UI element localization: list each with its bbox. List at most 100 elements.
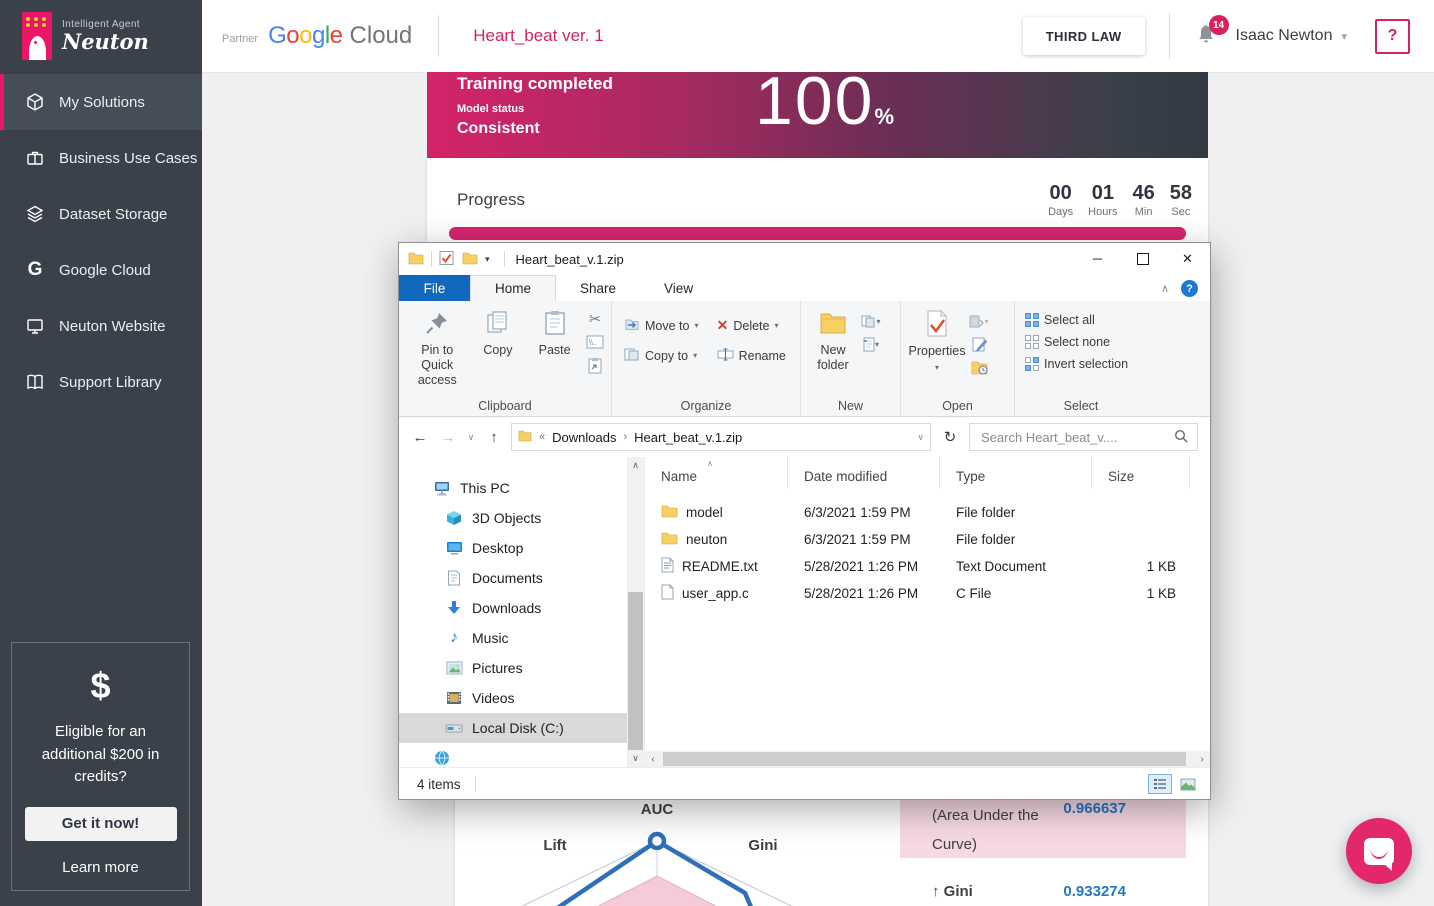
search-input[interactable] [979,429,1174,446]
column-header-date-modified[interactable]: Date modified [788,457,940,489]
select-none-icon [1025,335,1039,349]
copy-button[interactable]: Copy [470,308,527,388]
metrics-card: AUC Lift Gini (Area Under theCurve) 0.96… [455,788,1208,906]
horizontal-scrollbar-thumb[interactable] [663,752,1186,766]
ribbon-group-label: New [801,399,900,413]
user-menu[interactable]: Isaac Newton [1236,27,1333,45]
folder-icon [408,251,424,268]
get-it-now-button[interactable]: Get it now! [25,807,177,841]
rename-button[interactable]: Rename [717,347,790,364]
maximize-button[interactable] [1120,243,1165,274]
sidebar-item-my-solutions[interactable]: My Solutions [0,74,202,130]
up-icon[interactable]: ↑ [483,429,505,446]
learn-more-link[interactable]: Learn more [62,859,139,876]
tree-scrollbar-thumb[interactable] [628,592,643,750]
explorer-help-icon[interactable]: ? [1181,280,1198,297]
new-folder-button[interactable]: New folder [807,308,859,373]
chat-launcher-button[interactable] [1346,818,1412,884]
chevron-down-icon[interactable]: ▾ [1341,30,1347,43]
sidebar-item-business-use-cases[interactable]: Business Use Cases [0,130,202,186]
refresh-icon[interactable]: ↻ [937,423,963,451]
address-dropdown-icon[interactable]: ∨ [917,432,924,443]
history-icon[interactable] [969,358,989,376]
pin-to-quick-access-button[interactable]: Pin to Quick access [405,308,470,388]
select-none-button[interactable]: Select none [1025,335,1139,349]
invert-selection-button[interactable]: Invert selection [1025,357,1139,371]
window-title: Heart_beat_v.1.zip [516,252,624,267]
copy-to-button[interactable]: Copy to▾ [624,347,703,364]
select-all-button[interactable]: Select all [1025,313,1139,327]
chevrons-left-icon[interactable]: « [539,431,545,443]
paste-button[interactable]: Paste [526,308,583,388]
pictures-icon [445,659,463,677]
sidebar-item-dataset-storage[interactable]: Dataset Storage [0,186,202,242]
sort-ascending-icon: ∧ [707,459,713,468]
file-row-readme[interactable]: README.txt 5/28/2021 1:26 PM Text Docume… [645,553,1210,580]
tree-item-music[interactable]: ♪ Music [399,623,644,653]
metric-auc-label: (Area Under theCurve) [932,801,1039,859]
sidebar-item-support-library[interactable]: Support Library [0,354,202,410]
tab-home[interactable]: Home [470,275,556,301]
metric-auc-value: 0.966637 [1063,800,1126,817]
tree-item-desktop[interactable]: Desktop [399,533,644,563]
timer-unit: Hours [1088,206,1117,218]
tree-item-network-partial[interactable] [399,743,644,767]
file-row-neuton[interactable]: neuton 6/3/2021 1:59 PM File folder [645,526,1210,553]
breadcrumb-downloads[interactable]: Downloads [552,430,616,445]
metric-gini-label: ↑ Gini [932,883,973,900]
open-with-icon[interactable]: ▾ [969,312,989,330]
back-icon[interactable]: ← [409,429,431,446]
move-to-button[interactable]: Move to▾ [624,317,703,334]
paste-shortcut-icon[interactable] [585,356,605,374]
third-law-button[interactable]: THIRD LAW [1023,17,1145,55]
tree-scrollbar[interactable]: ∧ ∨ [627,457,644,767]
brand-logo[interactable]: Intelligent Agent Neuton [0,0,202,72]
scroll-down-icon[interactable]: ∨ [627,750,644,767]
tree-item-pictures[interactable]: Pictures [399,653,644,683]
tree-item-local-disk-c[interactable]: Local Disk (C:) [399,713,644,743]
breadcrumb-current[interactable]: Heart_beat_v.1.zip [634,430,742,445]
properties-check-icon[interactable] [439,250,454,269]
cut-icon[interactable]: ✂ [585,310,605,328]
delete-button[interactable]: ✕ Delete▾ [717,317,790,334]
close-button[interactable]: ✕ [1165,243,1210,274]
search-box[interactable] [969,423,1198,451]
new-item-icon[interactable]: ▾ [861,335,881,353]
quick-access-toolbar-caret-icon[interactable]: ▾ [485,254,490,265]
tab-view[interactable]: View [640,276,717,301]
minimize-button[interactable]: ─ [1075,243,1120,274]
address-bar[interactable]: « Downloads › Heart_beat_v.1.zip ∨ [511,423,931,451]
tab-share[interactable]: Share [556,276,640,301]
sidebar-item-google-cloud[interactable]: G Google Cloud [0,242,202,298]
large-icons-view-button[interactable] [1176,774,1200,794]
properties-button[interactable]: Properties▾ [907,308,967,376]
notifications-bell-icon[interactable]: 14 [1194,23,1220,49]
column-header-size[interactable]: Size [1092,457,1190,489]
file-row-user-app-c[interactable]: user_app.c 5/28/2021 1:26 PM C File 1 KB [645,580,1210,607]
folder-icon[interactable] [462,251,478,268]
scroll-right-icon[interactable]: › [1194,751,1210,767]
scroll-left-icon[interactable]: ‹ [645,751,661,767]
sidebar-item-neuton-website[interactable]: Neuton Website [0,298,202,354]
collapse-ribbon-icon[interactable]: ∧ [1161,282,1169,295]
tree-item-3d-objects[interactable]: 3D Objects [399,503,644,533]
brand-name: Neuton [62,30,149,53]
column-header-name[interactable]: ∧ Name [645,457,788,489]
recent-locations-caret-icon[interactable]: ∨ [465,432,477,443]
column-header-type[interactable]: Type [940,457,1092,489]
easy-access-icon[interactable]: ▾ [861,312,881,330]
details-view-button[interactable] [1148,774,1172,794]
horizontal-scrollbar[interactable]: ‹ › [645,751,1210,767]
forward-icon[interactable]: → [437,429,459,446]
file-row-model[interactable]: model 6/3/2021 1:59 PM File folder [645,499,1210,526]
help-button[interactable]: ? [1375,19,1410,54]
tree-item-documents[interactable]: Documents [399,563,644,593]
tree-item-downloads[interactable]: Downloads [399,593,644,623]
edit-icon[interactable] [969,335,989,353]
tree-item-videos[interactable]: Videos [399,683,644,713]
tree-item-this-pc[interactable]: This PC [399,473,644,503]
tab-file[interactable]: File [399,275,470,301]
copy-path-icon[interactable]: \\.. [585,333,605,351]
scroll-up-icon[interactable]: ∧ [627,457,644,474]
explorer-titlebar[interactable]: ▾ Heart_beat_v.1.zip ─ ✕ [399,243,1210,275]
